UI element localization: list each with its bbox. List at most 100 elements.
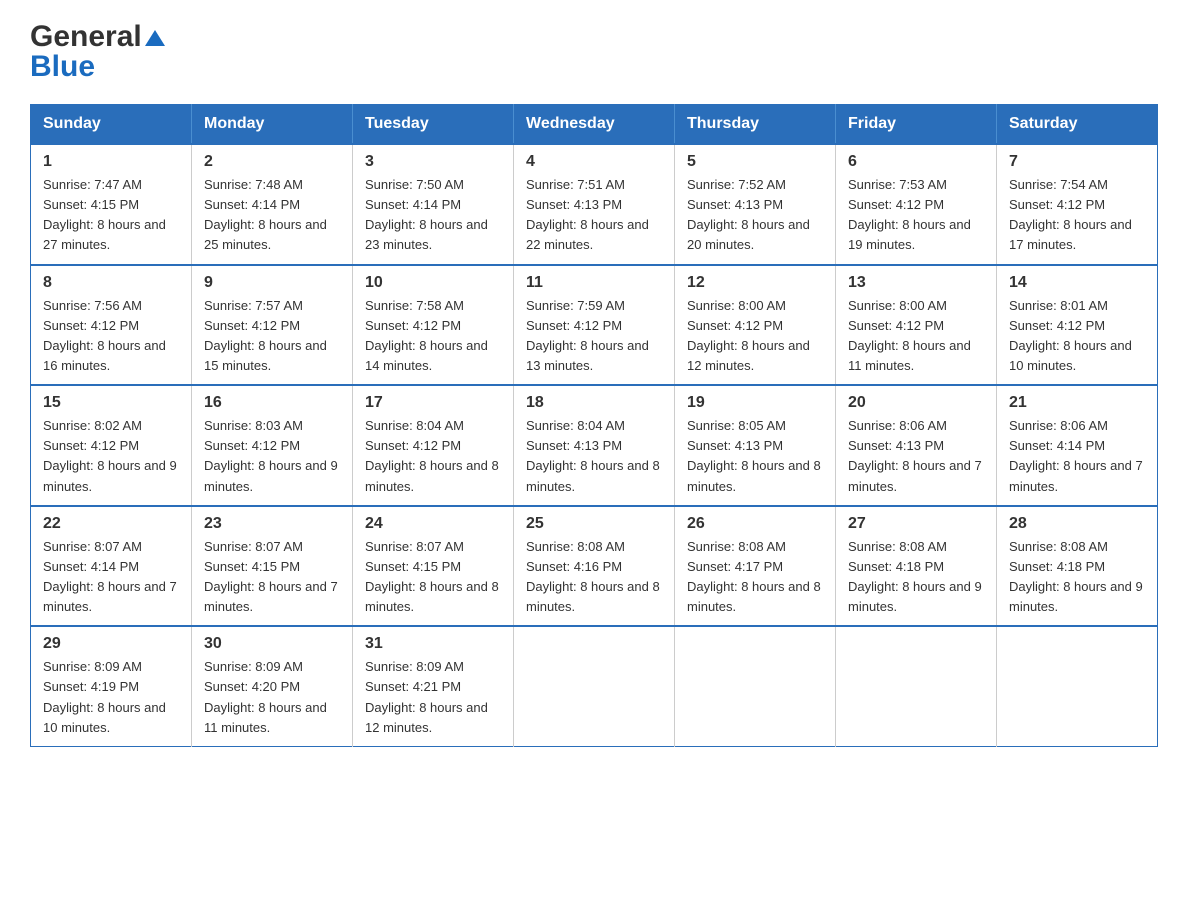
day-number: 4	[526, 153, 662, 171]
day-number: 30	[204, 635, 340, 653]
calendar-cell: 12 Sunrise: 8:00 AMSunset: 4:12 PMDaylig…	[675, 265, 836, 386]
calendar-cell: 17 Sunrise: 8:04 AMSunset: 4:12 PMDaylig…	[353, 385, 514, 506]
day-info: Sunrise: 8:04 AMSunset: 4:13 PMDaylight:…	[526, 418, 660, 493]
day-number: 18	[526, 394, 662, 412]
calendar-cell	[514, 626, 675, 746]
calendar-cell: 31 Sunrise: 8:09 AMSunset: 4:21 PMDaylig…	[353, 626, 514, 746]
day-number: 5	[687, 153, 823, 171]
day-info: Sunrise: 8:05 AMSunset: 4:13 PMDaylight:…	[687, 418, 821, 493]
calendar-cell	[997, 626, 1158, 746]
calendar-cell: 11 Sunrise: 7:59 AMSunset: 4:12 PMDaylig…	[514, 265, 675, 386]
day-number: 24	[365, 515, 501, 533]
day-number: 21	[1009, 394, 1145, 412]
day-number: 16	[204, 394, 340, 412]
calendar-header-row: SundayMondayTuesdayWednesdayThursdayFrid…	[31, 105, 1158, 145]
day-info: Sunrise: 7:59 AMSunset: 4:12 PMDaylight:…	[526, 298, 649, 373]
calendar-cell: 9 Sunrise: 7:57 AMSunset: 4:12 PMDayligh…	[192, 265, 353, 386]
calendar-cell: 7 Sunrise: 7:54 AMSunset: 4:12 PMDayligh…	[997, 144, 1158, 265]
calendar-header-wednesday: Wednesday	[514, 105, 675, 145]
logo: General Blue	[30, 20, 165, 84]
day-number: 6	[848, 153, 984, 171]
day-info: Sunrise: 7:47 AMSunset: 4:15 PMDaylight:…	[43, 177, 166, 252]
calendar-table: SundayMondayTuesdayWednesdayThursdayFrid…	[30, 104, 1158, 747]
day-number: 9	[204, 274, 340, 292]
day-number: 3	[365, 153, 501, 171]
day-number: 19	[687, 394, 823, 412]
logo-blue-text: Blue	[30, 50, 95, 84]
day-info: Sunrise: 7:51 AMSunset: 4:13 PMDaylight:…	[526, 177, 649, 252]
day-info: Sunrise: 8:07 AMSunset: 4:15 PMDaylight:…	[365, 539, 499, 614]
day-info: Sunrise: 8:02 AMSunset: 4:12 PMDaylight:…	[43, 418, 177, 493]
day-info: Sunrise: 8:07 AMSunset: 4:15 PMDaylight:…	[204, 539, 338, 614]
day-info: Sunrise: 7:57 AMSunset: 4:12 PMDaylight:…	[204, 298, 327, 373]
day-number: 28	[1009, 515, 1145, 533]
calendar-header-friday: Friday	[836, 105, 997, 145]
day-number: 14	[1009, 274, 1145, 292]
day-info: Sunrise: 8:08 AMSunset: 4:17 PMDaylight:…	[687, 539, 821, 614]
calendar-cell	[675, 626, 836, 746]
day-number: 12	[687, 274, 823, 292]
calendar-cell: 21 Sunrise: 8:06 AMSunset: 4:14 PMDaylig…	[997, 385, 1158, 506]
day-info: Sunrise: 8:01 AMSunset: 4:12 PMDaylight:…	[1009, 298, 1132, 373]
calendar-cell: 2 Sunrise: 7:48 AMSunset: 4:14 PMDayligh…	[192, 144, 353, 265]
calendar-week-row: 29 Sunrise: 8:09 AMSunset: 4:19 PMDaylig…	[31, 626, 1158, 746]
calendar-cell: 13 Sunrise: 8:00 AMSunset: 4:12 PMDaylig…	[836, 265, 997, 386]
day-number: 25	[526, 515, 662, 533]
day-info: Sunrise: 8:09 AMSunset: 4:19 PMDaylight:…	[43, 659, 166, 734]
day-number: 2	[204, 153, 340, 171]
day-number: 15	[43, 394, 179, 412]
calendar-cell: 20 Sunrise: 8:06 AMSunset: 4:13 PMDaylig…	[836, 385, 997, 506]
calendar-cell: 5 Sunrise: 7:52 AMSunset: 4:13 PMDayligh…	[675, 144, 836, 265]
day-number: 8	[43, 274, 179, 292]
calendar-cell: 15 Sunrise: 8:02 AMSunset: 4:12 PMDaylig…	[31, 385, 192, 506]
day-info: Sunrise: 8:08 AMSunset: 4:16 PMDaylight:…	[526, 539, 660, 614]
calendar-cell: 6 Sunrise: 7:53 AMSunset: 4:12 PMDayligh…	[836, 144, 997, 265]
day-info: Sunrise: 7:52 AMSunset: 4:13 PMDaylight:…	[687, 177, 810, 252]
calendar-header-monday: Monday	[192, 105, 353, 145]
day-info: Sunrise: 7:53 AMSunset: 4:12 PMDaylight:…	[848, 177, 971, 252]
day-info: Sunrise: 8:08 AMSunset: 4:18 PMDaylight:…	[848, 539, 982, 614]
day-info: Sunrise: 8:08 AMSunset: 4:18 PMDaylight:…	[1009, 539, 1143, 614]
calendar-cell: 19 Sunrise: 8:05 AMSunset: 4:13 PMDaylig…	[675, 385, 836, 506]
day-info: Sunrise: 8:00 AMSunset: 4:12 PMDaylight:…	[848, 298, 971, 373]
day-info: Sunrise: 8:03 AMSunset: 4:12 PMDaylight:…	[204, 418, 338, 493]
calendar-cell: 24 Sunrise: 8:07 AMSunset: 4:15 PMDaylig…	[353, 506, 514, 627]
day-info: Sunrise: 7:54 AMSunset: 4:12 PMDaylight:…	[1009, 177, 1132, 252]
calendar-cell: 10 Sunrise: 7:58 AMSunset: 4:12 PMDaylig…	[353, 265, 514, 386]
page-header: General Blue	[30, 20, 1158, 84]
calendar-cell: 25 Sunrise: 8:08 AMSunset: 4:16 PMDaylig…	[514, 506, 675, 627]
day-number: 13	[848, 274, 984, 292]
day-number: 11	[526, 274, 662, 292]
day-info: Sunrise: 7:50 AMSunset: 4:14 PMDaylight:…	[365, 177, 488, 252]
day-number: 22	[43, 515, 179, 533]
calendar-cell: 28 Sunrise: 8:08 AMSunset: 4:18 PMDaylig…	[997, 506, 1158, 627]
day-info: Sunrise: 8:04 AMSunset: 4:12 PMDaylight:…	[365, 418, 499, 493]
day-number: 26	[687, 515, 823, 533]
calendar-week-row: 15 Sunrise: 8:02 AMSunset: 4:12 PMDaylig…	[31, 385, 1158, 506]
calendar-cell: 14 Sunrise: 8:01 AMSunset: 4:12 PMDaylig…	[997, 265, 1158, 386]
calendar-cell: 27 Sunrise: 8:08 AMSunset: 4:18 PMDaylig…	[836, 506, 997, 627]
day-number: 27	[848, 515, 984, 533]
calendar-cell: 16 Sunrise: 8:03 AMSunset: 4:12 PMDaylig…	[192, 385, 353, 506]
day-info: Sunrise: 8:09 AMSunset: 4:21 PMDaylight:…	[365, 659, 488, 734]
calendar-cell	[836, 626, 997, 746]
logo-general-text: General	[30, 20, 142, 54]
calendar-cell: 26 Sunrise: 8:08 AMSunset: 4:17 PMDaylig…	[675, 506, 836, 627]
day-info: Sunrise: 7:48 AMSunset: 4:14 PMDaylight:…	[204, 177, 327, 252]
calendar-week-row: 1 Sunrise: 7:47 AMSunset: 4:15 PMDayligh…	[31, 144, 1158, 265]
calendar-cell: 8 Sunrise: 7:56 AMSunset: 4:12 PMDayligh…	[31, 265, 192, 386]
day-number: 23	[204, 515, 340, 533]
day-number: 31	[365, 635, 501, 653]
calendar-week-row: 22 Sunrise: 8:07 AMSunset: 4:14 PMDaylig…	[31, 506, 1158, 627]
calendar-cell: 3 Sunrise: 7:50 AMSunset: 4:14 PMDayligh…	[353, 144, 514, 265]
calendar-week-row: 8 Sunrise: 7:56 AMSunset: 4:12 PMDayligh…	[31, 265, 1158, 386]
calendar-cell: 23 Sunrise: 8:07 AMSunset: 4:15 PMDaylig…	[192, 506, 353, 627]
day-info: Sunrise: 8:06 AMSunset: 4:13 PMDaylight:…	[848, 418, 982, 493]
calendar-header-saturday: Saturday	[997, 105, 1158, 145]
calendar-cell: 29 Sunrise: 8:09 AMSunset: 4:19 PMDaylig…	[31, 626, 192, 746]
day-info: Sunrise: 8:07 AMSunset: 4:14 PMDaylight:…	[43, 539, 177, 614]
day-info: Sunrise: 8:06 AMSunset: 4:14 PMDaylight:…	[1009, 418, 1143, 493]
calendar-header-sunday: Sunday	[31, 105, 192, 145]
day-info: Sunrise: 7:56 AMSunset: 4:12 PMDaylight:…	[43, 298, 166, 373]
logo-triangle-icon	[145, 28, 165, 48]
